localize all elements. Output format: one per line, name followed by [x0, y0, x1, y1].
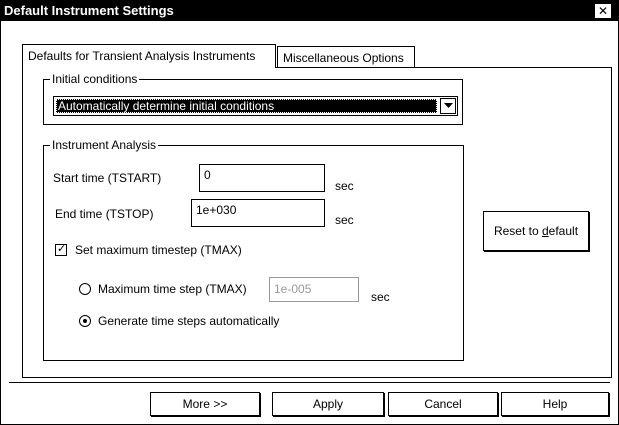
initial-conditions-selected-value: Automatically determine initial conditio… [56, 99, 437, 113]
footer-separator [9, 382, 610, 383]
tab-transient-defaults-label: Defaults for Transient Analysis Instrume… [28, 49, 256, 63]
max-time-step-radio[interactable] [79, 283, 91, 295]
tab-miscellaneous-options-label: Miscellaneous Options [283, 51, 404, 65]
reset-to-default-button[interactable]: Reset to default [483, 211, 589, 251]
initial-conditions-select[interactable]: Automatically determine initial conditio… [53, 96, 458, 116]
set-max-timestep-checkbox[interactable]: ✓ [55, 243, 67, 256]
tab-transient-defaults[interactable]: Defaults for Transient Analysis Instrume… [22, 44, 276, 68]
default-instrument-settings-dialog: Default Instrument Settings ✕ Defaults f… [0, 0, 619, 425]
initial-conditions-group-label: Initial conditions [50, 72, 140, 86]
chevron-down-icon[interactable] [440, 98, 456, 114]
cancel-button[interactable]: Cancel [388, 392, 498, 416]
close-icon[interactable]: ✕ [594, 3, 612, 19]
max-time-step-label[interactable]: Maximum time step (TMAX) [98, 282, 247, 296]
generate-auto-label[interactable]: Generate time steps automatically [98, 314, 279, 328]
more-button[interactable]: More >> [150, 392, 260, 416]
generate-auto-radio[interactable] [79, 315, 91, 327]
end-time-input[interactable]: 1e+030 [191, 199, 325, 227]
window-title: Default Instrument Settings [4, 3, 174, 18]
start-time-label: Start time (TSTART) [53, 171, 162, 185]
end-time-label: End time (TSTOP) [55, 207, 154, 221]
title-bar[interactable]: Default Instrument Settings ✕ [1, 1, 618, 21]
set-max-timestep-label[interactable]: Set maximum timestep (TMAX) [75, 243, 242, 257]
start-time-input[interactable]: 0 [199, 164, 325, 192]
help-button[interactable]: Help [501, 392, 609, 416]
end-time-unit: sec [335, 213, 354, 227]
apply-button[interactable]: Apply [272, 392, 384, 416]
max-time-step-input[interactable]: 1e-005 [269, 277, 359, 302]
max-time-step-unit: sec [371, 290, 390, 304]
tab-miscellaneous-options[interactable]: Miscellaneous Options [277, 46, 415, 68]
start-time-unit: sec [335, 179, 354, 193]
instrument-analysis-group-label: Instrument Analysis [50, 138, 159, 152]
checkmark-icon: ✓ [57, 243, 67, 255]
